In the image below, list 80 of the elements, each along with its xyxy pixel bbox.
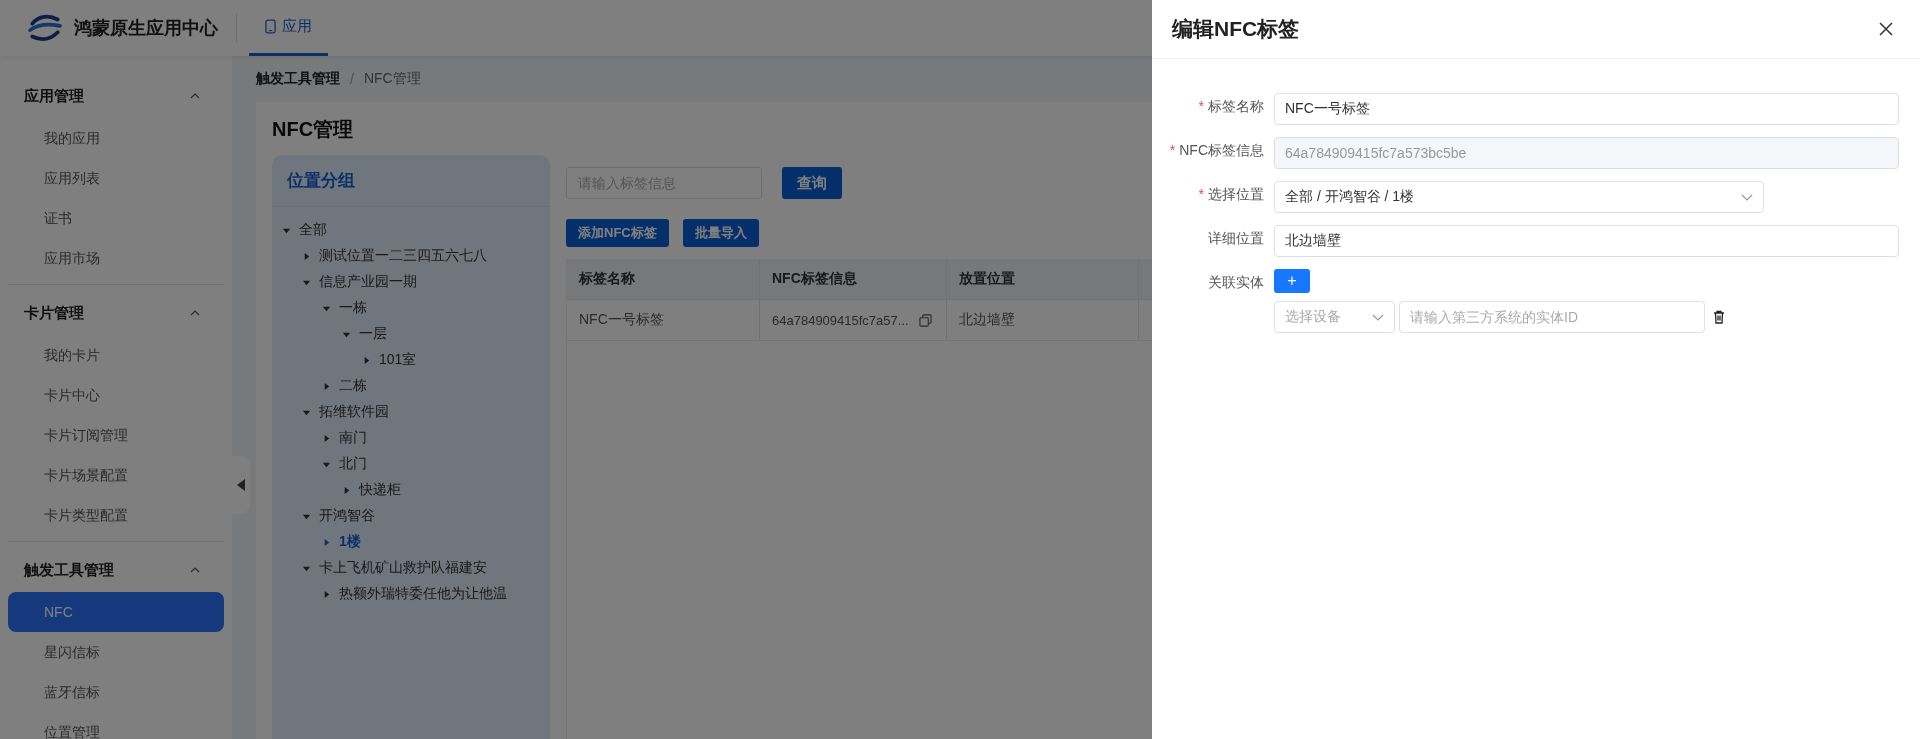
menu-item[interactable]: 我的卡片 (8, 335, 224, 375)
tree-node[interactable]: 101室 (272, 347, 550, 373)
caret-right-icon (322, 381, 331, 391)
table-cell: 北边墙壁 (947, 300, 1139, 340)
tree-node[interactable]: 一栋 (272, 295, 550, 321)
select-field[interactable]: 选择设备 (1274, 301, 1395, 333)
table-cell: NFC一号标签 (567, 300, 760, 340)
tree-node[interactable]: 二栋 (272, 373, 550, 399)
chevron-icon (190, 567, 200, 573)
menu-item[interactable]: 应用市场 (8, 238, 224, 278)
required-mark: * (1198, 186, 1204, 202)
input-field[interactable]: 请输入第三方系统的实体ID (1399, 301, 1705, 333)
column-header: NFC标签信息 (760, 259, 947, 299)
caret-right-icon (362, 355, 371, 365)
tree-node[interactable]: 1楼 (272, 529, 550, 555)
trash-icon (1713, 310, 1725, 324)
page-title: NFC管理 (272, 117, 354, 142)
menu-group-header[interactable]: 卡片管理 (8, 291, 224, 335)
drawer-title: 编辑NFC标签 (1172, 16, 1300, 42)
menu-item[interactable]: 卡片类型配置 (8, 495, 224, 535)
field-label: 详细位置 (1208, 230, 1264, 246)
breadcrumb-separator: / (350, 71, 354, 87)
tree-node[interactable]: 开鸿智谷 (272, 503, 550, 529)
breadcrumb-item: NFC管理 (363, 70, 421, 88)
action-button[interactable]: 批量导入 (682, 219, 759, 247)
required-mark: * (1169, 142, 1176, 158)
chevron-down-icon (1741, 193, 1753, 201)
query-button[interactable]: 查询 (782, 167, 842, 199)
close-icon (1879, 22, 1893, 36)
menu-group-header[interactable]: 应用管理 (8, 74, 224, 118)
field-label: NFC标签信息 (1179, 142, 1264, 158)
select-field[interactable]: 全部 / 开鸿智谷 / 1楼 (1274, 181, 1764, 213)
column-header: 标签名称 (567, 259, 760, 299)
chevron-icon (190, 310, 200, 316)
caret-right-icon (322, 433, 331, 443)
menu-item[interactable]: 位置管理 (8, 712, 224, 739)
menu-item[interactable]: 卡片场景配置 (8, 455, 224, 495)
tree-node[interactable]: 卡上飞机矿山救护队福建安 (272, 555, 550, 581)
menu-item[interactable]: 证书 (8, 198, 224, 238)
caret-right-icon (322, 537, 331, 547)
action-button[interactable]: 添加NFC标签 (566, 219, 669, 247)
menu-item[interactable]: NFC (8, 592, 224, 632)
nav-tab[interactable]: 应用 (249, 0, 328, 56)
logo-icon (28, 13, 62, 43)
collapse-handle[interactable] (232, 456, 250, 514)
caret-right-icon (302, 251, 311, 261)
tree-node[interactable]: 拓维软件园 (272, 399, 550, 425)
copy-icon (918, 313, 932, 327)
phone-icon (265, 19, 276, 34)
text-field[interactable]: NFC一号标签 (1274, 93, 1899, 125)
menu-item[interactable]: 应用列表 (8, 158, 224, 198)
breadcrumb-item[interactable]: 触发工具管理 (256, 70, 340, 88)
menu-item[interactable]: 蓝牙信标 (8, 672, 224, 712)
field-label: 关联实体 (1208, 274, 1264, 290)
menu-item[interactable]: 卡片订阅管理 (8, 415, 224, 455)
tree-node[interactable]: 一层 (272, 321, 550, 347)
chevron-icon (190, 93, 200, 99)
text-field[interactable]: 北边墙壁 (1274, 225, 1899, 257)
tree-node[interactable]: 信息产业园一期 (272, 269, 550, 295)
caret-right-icon (342, 485, 351, 495)
cell-text: 64a784909415fc7a57... (772, 312, 909, 328)
tree-node[interactable]: 北门 (272, 451, 550, 477)
column-header: 放置位置 (947, 259, 1139, 299)
tree-node[interactable]: 热额外瑞特委任他为让他温 (272, 581, 550, 607)
field-label: 标签名称 (1208, 98, 1264, 114)
menu-item[interactable]: 星闪信标 (8, 632, 224, 672)
caret-right-icon (322, 589, 331, 599)
field-label: 选择位置 (1208, 186, 1264, 202)
menu-item[interactable]: 我的应用 (8, 118, 224, 158)
tree-node[interactable]: 全部 (272, 217, 550, 243)
app-name: 鸿蒙原生应用中心 (74, 17, 218, 40)
required-mark: * (1198, 98, 1204, 114)
tree-node[interactable]: 快递柜 (272, 477, 550, 503)
tree-node[interactable]: 测试位置一二三四五六七八 (272, 243, 550, 269)
chevron-down-icon (1372, 313, 1384, 321)
menu-group-header[interactable]: 触发工具管理 (8, 548, 224, 592)
tree-node[interactable]: 南门 (272, 425, 550, 451)
menu-item[interactable]: 卡片中心 (8, 375, 224, 415)
panel-title: 位置分组 (272, 155, 550, 207)
add-button[interactable]: + (1274, 269, 1310, 293)
